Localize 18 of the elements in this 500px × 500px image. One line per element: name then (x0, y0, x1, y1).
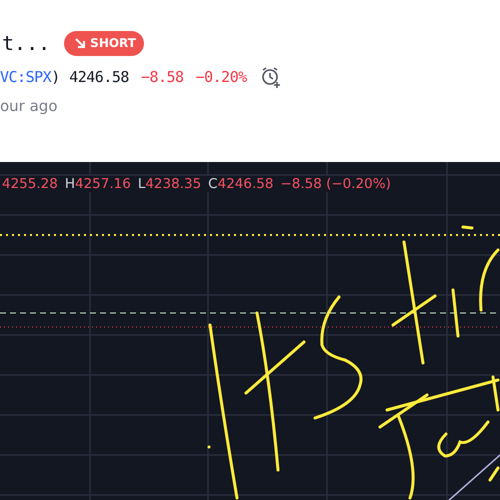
symbol-link[interactable]: VC:SPX (0, 68, 52, 86)
symbol-paren: ) (51, 68, 60, 86)
ohlc-label: C (208, 176, 218, 192)
badge-label: SHORT (90, 36, 136, 50)
price-change: −8.58 (140, 68, 184, 86)
ohlc-value: 4255.28 (2, 176, 58, 192)
trend-line (446, 454, 500, 500)
arrow-down-right-icon (74, 37, 86, 49)
ohlc-value: 4246.58 (218, 176, 274, 192)
price-change-percent: −0.20% (196, 68, 247, 86)
price-value: 4246.58 (69, 68, 129, 86)
published-time: our ago (0, 97, 59, 115)
ohlc-change: −8.58 (−0.20%) (280, 176, 391, 192)
idea-title: t... (2, 31, 50, 55)
ohlc-value: 4257.16 (74, 176, 131, 192)
ohlc-label: L (138, 176, 146, 192)
ohlc-value: 4238.35 (145, 176, 202, 192)
ohlc-label: H (64, 176, 75, 192)
